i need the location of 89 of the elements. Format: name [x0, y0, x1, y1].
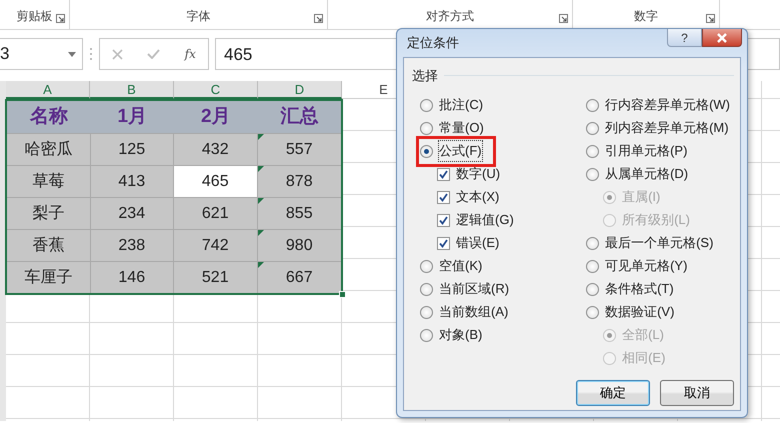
caret-icon[interactable] [68, 52, 76, 56]
column-heading: 1月 [90, 101, 174, 133]
dialog-launcher-icon[interactable] [314, 14, 323, 23]
ribbon-group-label: 对齐方式 [426, 8, 474, 25]
cancel-icon[interactable] [112, 48, 124, 60]
table-cell[interactable]: 146 [90, 261, 174, 293]
option-label: 最后一个单元格(S) [605, 234, 714, 252]
option-label: 条件格式(T) [605, 280, 674, 298]
column-header[interactable]: C [174, 81, 258, 99]
option-label: 所有级别(L) [622, 211, 690, 230]
option-label: 行内容差异单元格(W) [605, 96, 730, 114]
option-label: 当前区域(R) [439, 280, 510, 298]
dialog-launcher-icon[interactable] [56, 14, 65, 23]
option-label: 列内容差异单元格(M) [605, 119, 729, 138]
radio-button[interactable] [420, 260, 433, 272]
radio-button[interactable] [586, 260, 600, 272]
radio-button[interactable] [420, 282, 433, 296]
option-label: 从属单元格(D) [605, 165, 688, 184]
checkbox[interactable] [437, 190, 450, 204]
radio-button[interactable] [420, 144, 433, 158]
table-cell[interactable]: 234 [90, 197, 174, 229]
option-label: 当前数组(A) [439, 303, 508, 322]
column-heading: 汇总 [258, 101, 341, 133]
table-cell[interactable]: 557 [258, 133, 341, 165]
radio-button[interactable] [586, 236, 600, 250]
table-cell[interactable]: 980 [258, 229, 341, 261]
table-cell[interactable]: 哈密瓜 [7, 133, 90, 165]
radio-button[interactable] [420, 98, 433, 112]
table-cell[interactable]: 667 [258, 261, 341, 293]
option-label: 数字(U) [456, 165, 500, 184]
table-cell[interactable]: 742 [174, 229, 258, 261]
radio-button[interactable] [420, 122, 433, 134]
table-cell[interactable]: 878 [258, 165, 341, 197]
name-box[interactable]: 3 [0, 38, 83, 70]
table-cell[interactable]: 621 [174, 197, 258, 229]
option-label: 逻辑值(G) [456, 211, 514, 230]
radio-button[interactable] [586, 282, 600, 296]
dialog-launcher-icon[interactable] [706, 14, 715, 23]
insert-function-button[interactable]: fx [184, 45, 196, 63]
option-label: 相同(E) [622, 349, 666, 368]
dialog-launcher-icon[interactable] [559, 14, 568, 23]
option-label: 可见单元格(Y) [605, 257, 688, 276]
checkbox[interactable] [437, 168, 450, 180]
radio-button[interactable] [586, 306, 600, 318]
table-cell[interactable]: 855 [258, 197, 341, 229]
table-cell[interactable]: 梨子 [7, 197, 90, 229]
checkbox[interactable] [437, 236, 450, 250]
dialog-button[interactable]: 确定 [576, 380, 650, 406]
table-cell[interactable]: 草莓 [7, 165, 90, 197]
close-button[interactable] [702, 29, 742, 47]
column-heading: 名称 [7, 101, 90, 133]
option-label: 错误(E) [456, 234, 500, 252]
check-icon[interactable] [147, 49, 160, 59]
radio-button[interactable] [586, 144, 600, 158]
ribbon-group-label: 字体 [186, 8, 210, 25]
dialog-title: 定位条件 [406, 34, 459, 52]
column-heading: 2月 [174, 101, 258, 133]
fill-handle[interactable] [339, 291, 346, 298]
column-header[interactable]: A [6, 81, 90, 99]
checkbox[interactable] [437, 214, 450, 226]
table-cell[interactable]: 125 [90, 133, 174, 165]
option-label: 数据验证(V) [605, 303, 674, 322]
table-cell[interactable]: 465 [174, 165, 258, 197]
table-cell[interactable]: 香蕉 [7, 229, 90, 261]
column-header[interactable]: B [90, 81, 174, 99]
column-header[interactable]: D [258, 81, 342, 99]
option-label: 空值(K) [439, 257, 482, 276]
ribbon-group-label: 剪贴板 [16, 8, 52, 25]
option-label: 引用单元格(P) [605, 142, 688, 160]
vertical-dots-icon[interactable] [89, 47, 93, 61]
radio-button[interactable] [586, 98, 600, 112]
dialog-button[interactable]: 取消 [660, 380, 734, 406]
option-label: 批注(C) [439, 96, 484, 114]
option-label: 公式(F) [439, 141, 482, 161]
table-cell[interactable]: 521 [174, 261, 258, 293]
option-label: 全部(L) [622, 326, 664, 344]
table-cell[interactable]: 238 [90, 229, 174, 261]
help-button[interactable]: ? [667, 29, 702, 47]
radio-button[interactable] [586, 122, 600, 134]
radio-button[interactable] [420, 306, 433, 318]
option-label: 常量(O) [439, 119, 484, 138]
radio-button[interactable] [420, 328, 433, 342]
option-label: 文本(X) [456, 188, 500, 206]
option-label: 直属(I) [622, 188, 660, 206]
option-label: 对象(B) [439, 326, 482, 344]
table-cell[interactable]: 车厘子 [7, 261, 90, 293]
close-icon [716, 32, 728, 42]
ribbon-group-label: 数字 [634, 8, 658, 25]
radio-button[interactable] [586, 168, 600, 180]
